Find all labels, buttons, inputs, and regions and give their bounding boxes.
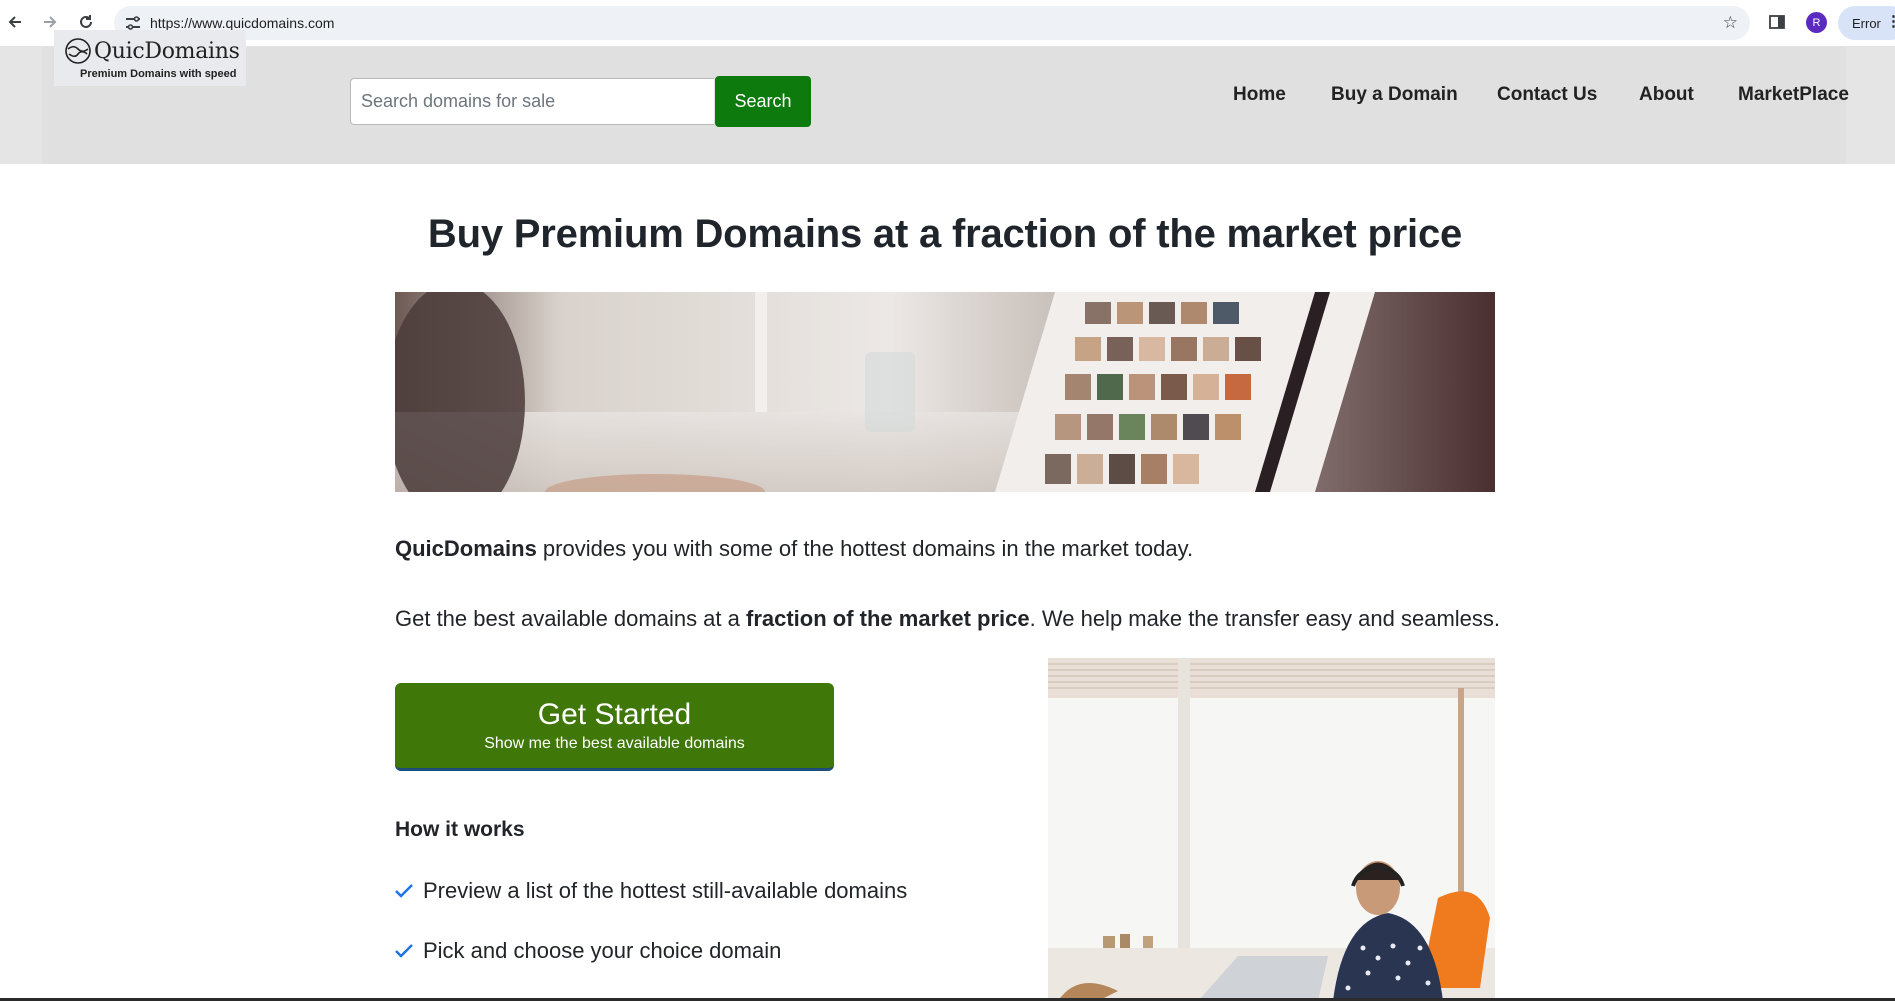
nav-home[interactable]: Home: [1233, 84, 1286, 106]
side-panel-icon[interactable]: [1769, 14, 1785, 30]
search-input[interactable]: [350, 78, 714, 125]
cta-title: Get Started: [537, 698, 692, 731]
brand-name: QuicDomains: [395, 536, 537, 561]
error-label: Error: [1852, 15, 1881, 31]
back-icon[interactable]: [2, 9, 28, 35]
search-button[interactable]: Search: [715, 76, 811, 127]
menu-icon[interactable]: ⋮: [1886, 12, 1895, 30]
logo-tagline: Premium Domains with speed: [80, 68, 237, 80]
page-title: Buy Premium Domains at a fraction of the…: [427, 212, 1463, 256]
logo[interactable]: QuicDomains Premium Domains with speed: [54, 30, 246, 86]
profile-avatar[interactable]: R: [1806, 12, 1827, 33]
address-bar[interactable]: https://www.quicdomains.com ☆: [114, 6, 1750, 40]
site-header: [0, 47, 1895, 164]
value-text-end: . We help make the transfer easy and sea…: [1029, 606, 1501, 631]
nav-buy-a-domain[interactable]: Buy a Domain: [1331, 84, 1458, 106]
value-text-bold: fraction of the market price: [746, 606, 1030, 631]
check-icon: [395, 938, 415, 964]
office-photo: [1048, 658, 1495, 1001]
intro-paragraph: QuicDomains provides you with some of th…: [395, 536, 1193, 562]
value-proposition: Get the best available domains at a frac…: [395, 606, 1500, 632]
value-text-start: Get the best available domains at a: [395, 606, 746, 631]
step-text: Pick and choose your choice domain: [423, 938, 782, 963]
browser-toolbar: https://www.quicdomains.com ☆ R Error ⋮: [0, 0, 1895, 47]
nav-about[interactable]: About: [1639, 84, 1694, 106]
list-item: Preview a list of the hottest still-avai…: [395, 878, 907, 904]
nav-marketplace[interactable]: MarketPlace: [1738, 84, 1849, 106]
list-item: Pick and choose your choice domain: [395, 938, 781, 964]
step-text: Preview a list of the hottest still-avai…: [423, 878, 908, 903]
handshake-globe-icon: [65, 38, 91, 64]
nav-contact-us[interactable]: Contact Us: [1497, 84, 1597, 106]
how-it-works-heading: How it works: [395, 818, 525, 841]
get-started-button[interactable]: Get Started Show me the best available d…: [395, 683, 834, 771]
logo-title: QuicDomains: [94, 39, 240, 64]
star-icon[interactable]: ☆: [1723, 13, 1738, 33]
hero-banner-image: [395, 292, 1495, 492]
intro-text: provides you with some of the hottest do…: [536, 536, 1194, 561]
cta-subtitle: Show me the best available domains: [484, 735, 745, 752]
check-icon: [395, 878, 415, 904]
